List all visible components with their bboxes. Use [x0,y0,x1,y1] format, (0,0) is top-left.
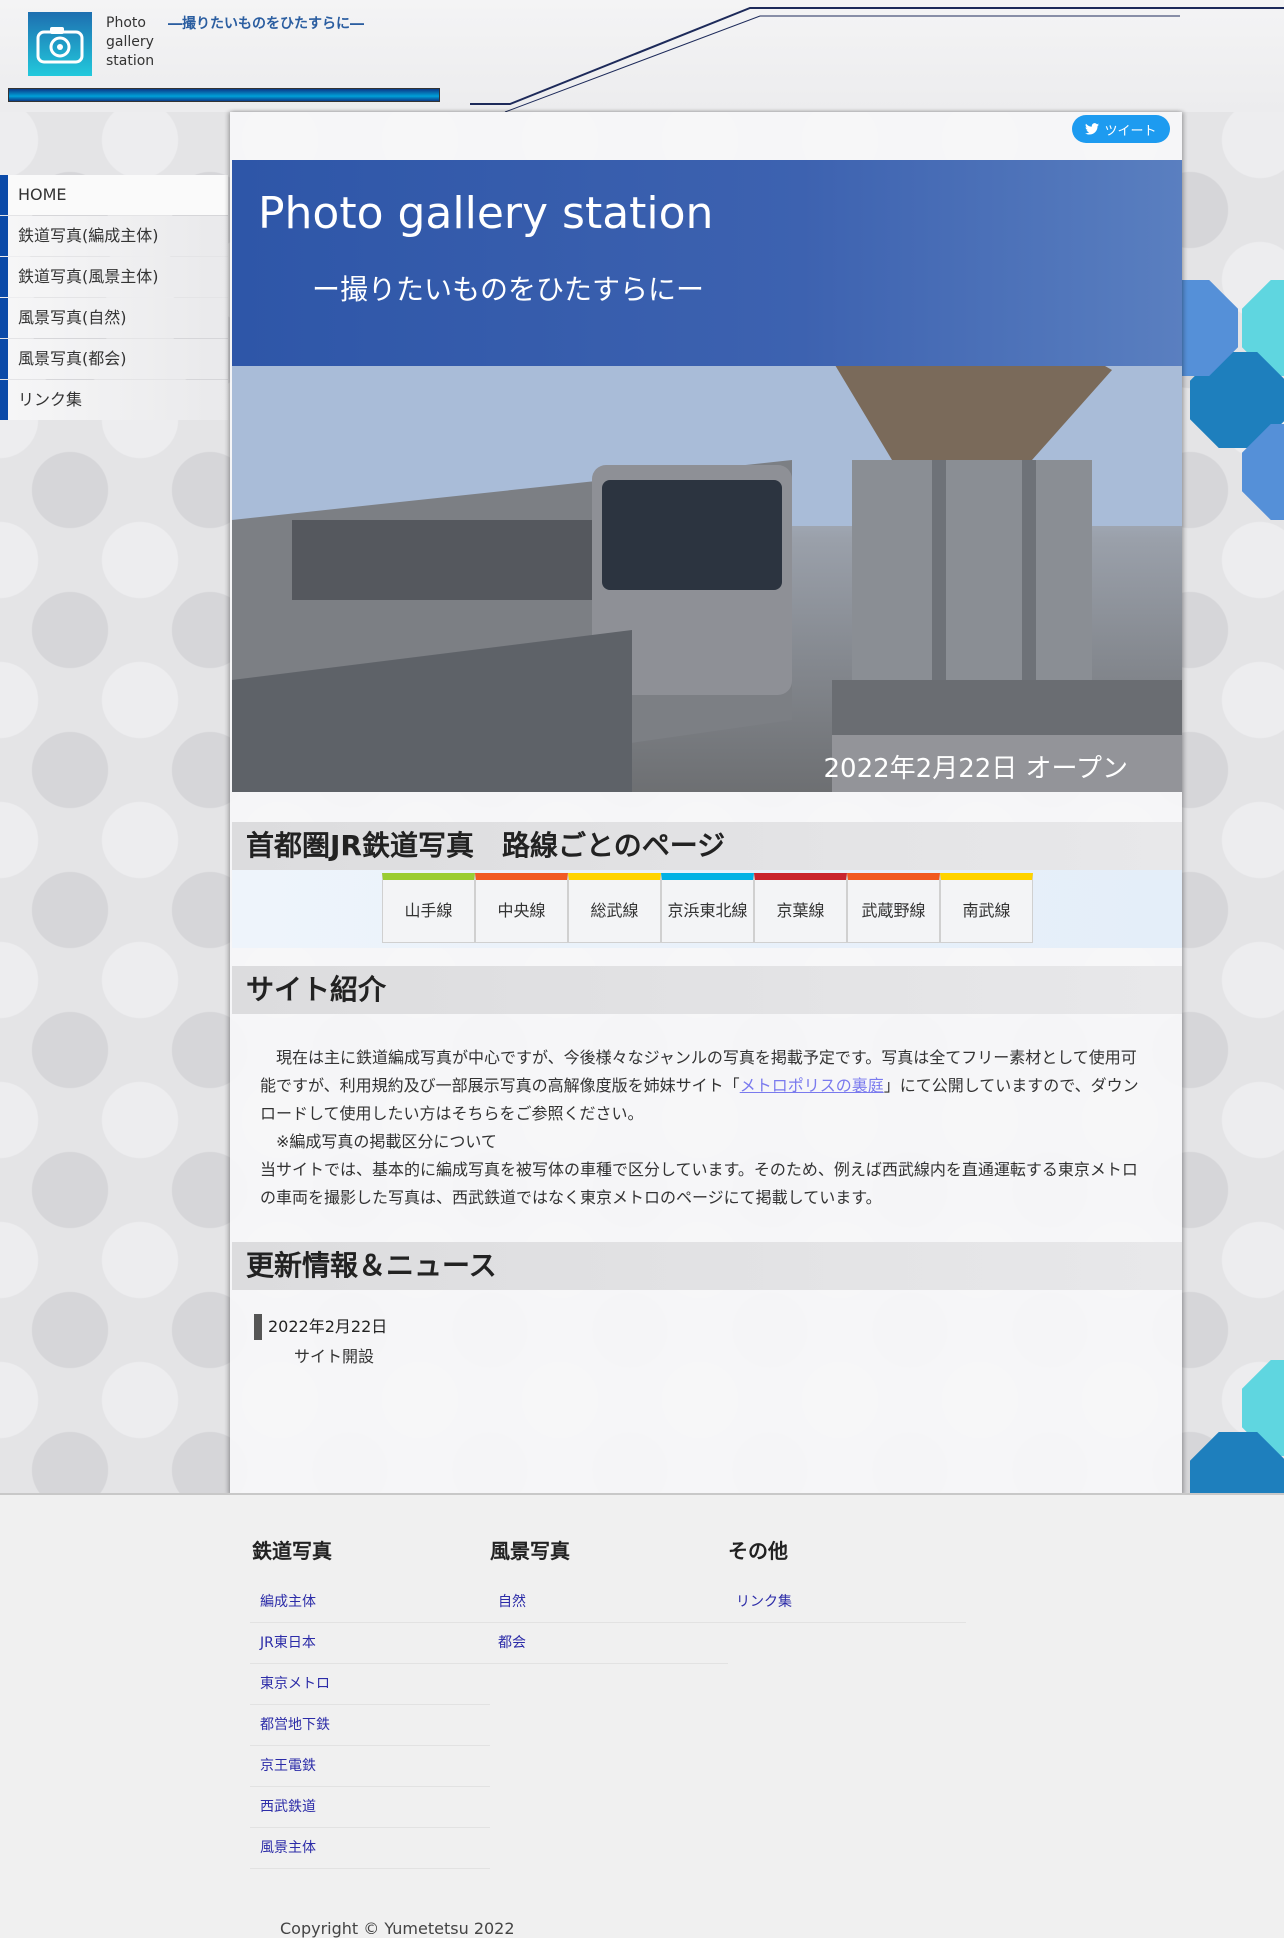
site-footer: 鉄道写真 編成主体 JR東日本 東京メトロ 都営地下鉄 京王電鉄 西武鉄道 風景… [0,1493,1284,1938]
copyright: Copyright © Yumetetsu 2022 [280,1919,515,1938]
line-tabs: 山手線 中央線 総武線 京浜東北線 京葉線 武蔵野線 南武線 [382,873,1033,943]
line-tabs-strip: 山手線 中央線 総武線 京浜東北線 京葉線 武蔵野線 南武線 [232,870,1182,948]
site-tagline: ―撮りたいものをひたすらに― [168,16,364,32]
footer-column-other: その他 リンク集 [726,1535,966,1623]
hero-title: Photo gallery station [258,188,714,239]
line-tab-keiyo[interactable]: 京葉線 [754,873,847,943]
line-tab-yamanote[interactable]: 山手線 [382,873,475,943]
footer-column-title: その他 [728,1539,788,1563]
main-content: ツイート Photo gallery station ー撮りたいものをひたすらに… [230,112,1182,1495]
hero-open-date: 2022年2月22日 オープン [823,754,1129,784]
camera-logo-icon[interactable] [28,12,92,76]
section-title-news: 更新情報＆ニュース [232,1242,1182,1290]
footer-link[interactable]: リンク集 [726,1582,966,1623]
tweet-button[interactable]: ツイート [1072,115,1170,143]
section-title-lines: 首都圏JR鉄道写真 路線ごとのページ [232,822,1182,870]
tweet-label: ツイート [1104,123,1157,139]
nav-item-home[interactable]: HOME [0,175,228,215]
news-date: 2022年2月22日 [254,1314,387,1340]
nav-item-rail-formation[interactable]: 鉄道写真(編成主体) [0,216,228,256]
footer-link[interactable]: 東京メトロ [250,1664,490,1705]
footer-column-rail: 鉄道写真 編成主体 JR東日本 東京メトロ 都営地下鉄 京王電鉄 西武鉄道 風景… [250,1535,490,1869]
footer-column-scenery: 風景写真 自然 都会 [488,1535,728,1664]
intro-note-heading: ※編成写真の掲載区分について [276,1132,497,1151]
sister-site-link[interactable]: メトロポリスの裏庭 [740,1076,884,1095]
hero-subtitle: ー撮りたいものをひたすらにー [312,273,705,306]
footer-column-title: 鉄道写真 [252,1539,332,1563]
footer-link[interactable]: 京王電鉄 [250,1746,490,1787]
nav-item-scenery-urban[interactable]: 風景写真(都会) [0,339,228,379]
intro-text: 現在は主に鉄道編成写真が中心ですが、今後様々なジャンルの写真を掲載予定です。写真… [260,1044,1152,1212]
line-tab-keihin-tohoku[interactable]: 京浜東北線 [661,873,754,943]
footer-link[interactable]: 自然 [488,1582,728,1623]
footer-link[interactable]: 都営地下鉄 [250,1705,490,1746]
footer-link[interactable]: JR東日本 [250,1623,490,1664]
nav-item-scenery-nature[interactable]: 風景写真(自然) [0,298,228,338]
line-tab-chuo[interactable]: 中央線 [475,873,568,943]
footer-link[interactable]: 風景主体 [250,1828,490,1869]
footer-column-title: 風景写真 [490,1539,570,1563]
footer-link[interactable]: 編成主体 [250,1582,490,1623]
nav-item-links[interactable]: リンク集 [0,380,228,420]
twitter-bird-icon [1085,123,1100,135]
intro-note-body: 当サイトでは、基本的に編成写真を被写体の車種で区分しています。そのため、例えば西… [260,1160,1138,1207]
news-text: サイト開設 [294,1347,375,1366]
line-tab-nambu[interactable]: 南武線 [940,873,1033,943]
header-accent-bar [8,88,440,102]
section-title-intro: サイト紹介 [232,966,1182,1014]
nav-item-rail-scenery[interactable]: 鉄道写真(風景主体) [0,257,228,297]
site-header: Photo gallery station ―撮りたいものをひたすらに― [0,0,1284,112]
sidebar-nav: HOME 鉄道写真(編成主体) 鉄道写真(風景主体) 風景写真(自然) 風景写真… [0,175,228,421]
hero-banner: Photo gallery station ー撮りたいものをひたすらにー 202… [232,160,1182,792]
footer-link[interactable]: 西武鉄道 [250,1787,490,1828]
footer-link[interactable]: 都会 [488,1623,728,1664]
line-tab-musashino[interactable]: 武蔵野線 [847,873,940,943]
site-logo-text[interactable]: Photo gallery station [106,14,166,71]
line-tab-sobu[interactable]: 総武線 [568,873,661,943]
right-decoration [1182,0,1284,1495]
